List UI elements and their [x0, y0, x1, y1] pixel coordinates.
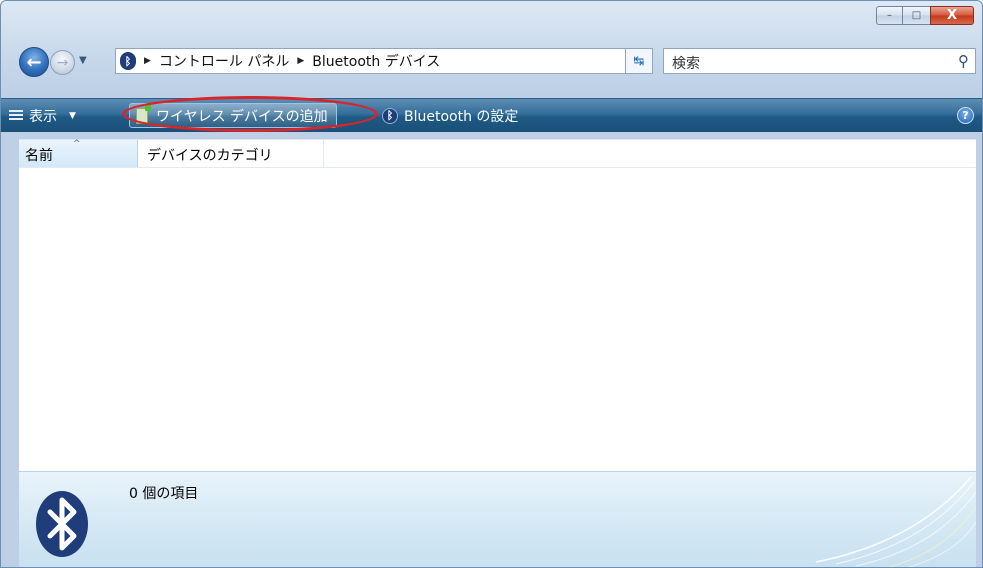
back-button[interactable]: ← [19, 47, 49, 77]
chevron-down-icon[interactable]: ▼ [69, 111, 76, 121]
close-button[interactable]: X [930, 6, 974, 25]
views-label: 表示 [29, 108, 57, 125]
command-bar: 表示 ▼ ワイヤレス デバイスの追加 ᛒ Bluetooth の設定 ? [1, 98, 982, 132]
bluetooth-settings-label: Bluetooth の設定 [404, 108, 519, 125]
address-bar[interactable]: ᛒ ▶ コントロール パネル ▶ Bluetooth デバイス ▼ [115, 48, 641, 74]
column-headers: ^ 名前 デバイスのカテゴリ [19, 139, 976, 168]
refresh-button[interactable]: ↹ [625, 48, 653, 74]
breadcrumb-separator-icon[interactable]: ▶ [297, 56, 304, 66]
search-icon[interactable]: ⚲ [958, 52, 969, 70]
file-list[interactable]: ^ 名前 デバイスのカテゴリ [19, 139, 976, 471]
minimize-button[interactable]: – [876, 6, 903, 25]
breadcrumb-separator-icon[interactable]: ▶ [144, 56, 151, 66]
add-wireless-device-button[interactable]: ワイヤレス デバイスの追加 [129, 103, 337, 128]
sort-ascending-icon: ^ [73, 139, 81, 149]
bluetooth-logo-icon [36, 491, 88, 557]
maximize-button[interactable]: □ [903, 6, 930, 25]
add-wireless-device-label: ワイヤレス デバイスの追加 [156, 108, 328, 125]
caption-buttons: – □ X [876, 6, 974, 25]
bluetooth-settings-icon: ᛒ [382, 107, 398, 124]
column-header-name-label: 名前 [25, 148, 53, 164]
help-icon[interactable]: ? [957, 107, 974, 124]
decorative-swoosh [815, 476, 976, 567]
arrow-left-icon: ← [26, 51, 42, 73]
item-count: 0 個の項目 [129, 486, 199, 502]
recent-pages-dropdown[interactable]: ▼ [79, 55, 87, 66]
bluetooth-settings-button[interactable]: ᛒ Bluetooth の設定 [382, 99, 518, 132]
column-header-category-label: デバイスのカテゴリ [147, 148, 273, 164]
search-input[interactable]: 検索 ⚲ [663, 48, 976, 74]
add-device-icon [136, 104, 151, 124]
column-header-category[interactable]: デバイスのカテゴリ [138, 140, 324, 167]
views-icon [9, 109, 23, 122]
breadcrumb-bluetooth-devices[interactable]: Bluetooth デバイス [312, 51, 440, 71]
details-pane: 0 個の項目 [19, 471, 976, 567]
breadcrumb-control-panel[interactable]: コントロール パネル [159, 51, 289, 71]
bluetooth-icon: ᛒ [120, 52, 136, 70]
navigation-bar: ← → ▼ ᛒ ▶ コントロール パネル ▶ Bluetooth デバイス ▼ … [19, 47, 976, 77]
refresh-icon: ↹ [633, 53, 645, 69]
views-button[interactable]: 表示 ▼ [9, 99, 76, 132]
arrow-right-icon: → [56, 54, 69, 71]
column-header-name[interactable]: ^ 名前 [19, 139, 138, 167]
forward-button[interactable]: → [50, 50, 75, 75]
search-placeholder: 検索 [672, 56, 700, 72]
explorer-window: – □ X ← → ▼ ᛒ ▶ コントロール パネル ▶ Bluetooth デ… [0, 0, 983, 568]
